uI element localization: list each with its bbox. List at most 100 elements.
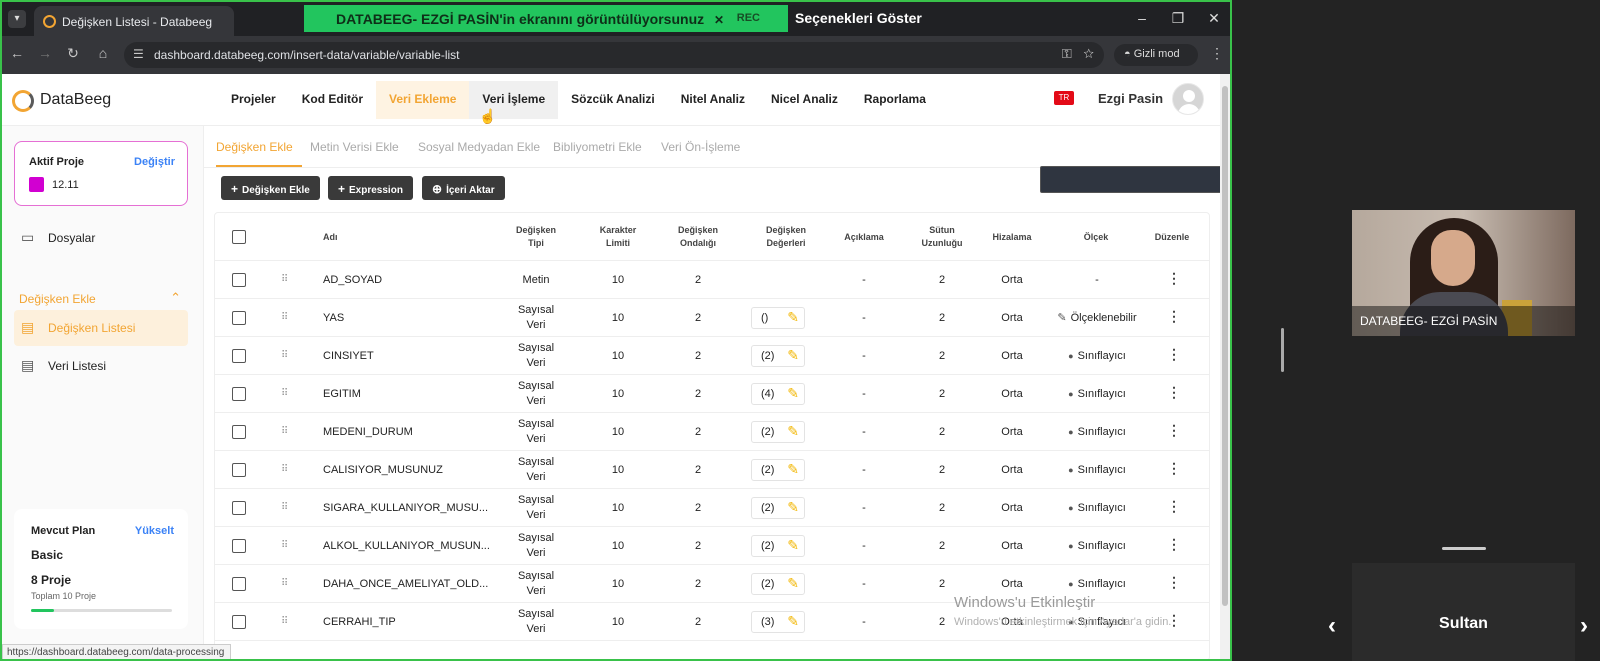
row-checkbox[interactable] (232, 425, 246, 439)
row-checkbox[interactable] (232, 387, 246, 401)
restore-icon[interactable]: ❐ (1168, 10, 1188, 27)
pencil-icon[interactable]: ✎ (787, 385, 799, 402)
tab-metin-verisi-ekle[interactable]: Metin Verisi Ekle (310, 140, 399, 154)
pencil-icon[interactable]: ✎ (787, 309, 799, 326)
presenter-video-tile[interactable]: DATABEEG- EZGİ PASİN (1352, 210, 1575, 336)
brand-logo[interactable]: DataBeeg (12, 88, 111, 112)
row-menu-icon[interactable]: ⋮ (1167, 346, 1181, 363)
tab-search-dropdown-icon[interactable]: ▾ (8, 10, 26, 28)
row-checkbox[interactable] (232, 539, 246, 553)
nav-nitel-analiz[interactable]: Nitel Analiz (668, 81, 758, 119)
participant-tile[interactable]: Sultan (1352, 563, 1575, 661)
drag-handle-icon[interactable]: ⠿ (281, 616, 288, 627)
pencil-icon[interactable]: ✎ (787, 347, 799, 364)
site-info-icon[interactable]: ☰ (133, 47, 144, 61)
drag-handle-icon[interactable]: ⠿ (281, 540, 288, 551)
drag-handle-icon[interactable]: ⠿ (281, 388, 288, 399)
table-row[interactable]: ⠿ MEDENI_DURUM Sayısal Veri 10 2 (2) ✎ - 2 Orta ● S… (215, 413, 1209, 451)
close-icon[interactable]: ✕ (1204, 10, 1224, 27)
sidebar-item-veri-listesi[interactable]: ▤ Veri Listesi (14, 348, 188, 384)
header-scale[interactable]: Ölçek (1065, 221, 1127, 253)
expression-button[interactable]: + Expression (328, 176, 413, 200)
values-editor[interactable]: (2) ✎ (751, 345, 805, 367)
header-name[interactable]: Adı (323, 221, 363, 253)
nav-veri-ekleme[interactable]: Veri Ekleme (376, 81, 470, 119)
user-name[interactable]: Ezgi Pasin (1098, 91, 1163, 106)
import-button[interactable]: ⊕ İçeri Aktar (422, 176, 505, 200)
tab-veri-on-isleme[interactable]: Veri Ön-İşleme (661, 140, 740, 154)
header-char-limit[interactable]: Karakter Limiti (591, 221, 645, 253)
nav-raporlama[interactable]: Raporlama (851, 81, 939, 119)
row-menu-icon[interactable]: ⋮ (1167, 536, 1181, 553)
reload-icon[interactable]: ↻ (64, 45, 82, 62)
sidebar-section-degisken-ekle[interactable]: Değişken Ekle ⌃ (19, 290, 187, 306)
header-type[interactable]: Değişken Tipi (509, 221, 563, 253)
select-all-checkbox[interactable] (232, 230, 246, 244)
row-menu-icon[interactable]: ⋮ (1167, 270, 1181, 287)
table-row[interactable]: ⠿ YAS Sayısal Veri 10 2() ✎ -2 Orta ✎ Ölçeklenebi… (215, 299, 1209, 337)
values-editor[interactable]: (2) ✎ (751, 459, 805, 481)
panel-resize-handle[interactable] (1281, 328, 1284, 372)
row-menu-icon[interactable]: ⋮ (1167, 460, 1181, 477)
pencil-icon[interactable]: ✎ (787, 423, 799, 440)
page-scrollbar[interactable] (1220, 74, 1230, 659)
header-values[interactable]: Değişken Değerleri (755, 221, 817, 253)
avatar[interactable] (1172, 83, 1204, 115)
nav-kod-editor[interactable]: Kod Editör (289, 81, 376, 119)
row-checkbox[interactable] (232, 349, 246, 363)
drag-handle-icon[interactable]: ⠿ (281, 312, 288, 323)
pencil-icon[interactable]: ✎ (787, 461, 799, 478)
row-menu-icon[interactable]: ⋮ (1167, 384, 1181, 401)
sidebar-item-degisken-listesi[interactable]: ▤ Değişken Listesi (14, 310, 188, 346)
pencil-icon[interactable]: ✎ (787, 499, 799, 516)
nav-nicel-analiz[interactable]: Nicel Analiz (758, 81, 851, 119)
pencil-icon[interactable]: ✎ (787, 575, 799, 592)
drag-handle-icon[interactable]: ⠿ (281, 426, 288, 437)
header-align[interactable]: Hizalama (985, 221, 1039, 253)
table-row[interactable]: ⠿ CALISIYOR_MUSUNUZ Sayısal Veri 10 2 (2) ✎ - 2 O… (215, 451, 1209, 489)
drag-handle-icon[interactable]: ⠿ (281, 578, 288, 589)
drag-handle-icon[interactable]: ⠿ (281, 350, 288, 361)
upgrade-link[interactable]: Yükselt (135, 525, 174, 537)
row-checkbox[interactable] (232, 501, 246, 515)
key-icon[interactable]: ⚿ (1062, 46, 1072, 61)
scrollbar-thumb[interactable] (1222, 86, 1228, 606)
previous-arrow-icon[interactable]: ‹ (1328, 612, 1336, 640)
forward-icon[interactable]: → (36, 45, 54, 61)
drag-handle-icon[interactable]: ⠿ (281, 274, 288, 285)
values-editor[interactable]: (2) ✎ (751, 573, 805, 595)
nav-projeler[interactable]: Projeler (218, 81, 289, 119)
show-options-button[interactable]: Seçenekleri Göster (795, 10, 922, 26)
row-menu-icon[interactable]: ⋮ (1167, 574, 1181, 591)
address-bar[interactable]: ☰ dashboard.databeeg.com/insert-data/var… (124, 42, 1104, 68)
browser-menu-icon[interactable]: ⋮ (1210, 45, 1224, 62)
change-project-link[interactable]: Değiştir (134, 156, 175, 168)
row-checkbox[interactable] (232, 615, 246, 629)
tab-bibliyometri-ekle[interactable]: Bibliyometri Ekle (553, 140, 642, 154)
table-row[interactable]: ⠿ AD_SOYAD Metin 10 2 - 2 Orta - ⋮ (215, 261, 1209, 299)
table-row[interactable]: ⠿ ALKOL_KULLANIYOR_MUSUN... Sayısal Veri 10… (215, 527, 1209, 565)
header-col-width[interactable]: Sütun Uzunluğu (915, 221, 969, 253)
add-variable-button[interactable]: + Değişken Ekle (221, 176, 320, 200)
row-menu-icon[interactable]: ⋮ (1167, 308, 1181, 325)
incognito-badge[interactable]: ◓ Gizli mod (1114, 44, 1198, 66)
row-menu-icon[interactable]: ⋮ (1167, 498, 1181, 515)
pencil-icon[interactable]: ✎ (787, 613, 799, 630)
drag-handle[interactable] (1442, 547, 1486, 550)
values-editor[interactable]: (2) ✎ (751, 497, 805, 519)
values-editor[interactable]: (4) ✎ (751, 383, 805, 405)
nav-sozcuk-analizi[interactable]: Sözcük Analizi (558, 81, 668, 119)
header-description[interactable]: Açıklama (837, 221, 891, 253)
next-arrow-icon[interactable]: › (1580, 612, 1588, 640)
home-icon[interactable]: ⌂ (94, 45, 112, 61)
star-icon[interactable]: ☆ (1083, 46, 1094, 61)
values-editor[interactable]: (2) ✎ (751, 421, 805, 443)
table-row[interactable]: ⠿ SIGARA_KULLANIYOR_MUSU... Sayısal Veri 10… (215, 489, 1209, 527)
turkey-flag-icon[interactable]: TR (1054, 91, 1074, 105)
table-row[interactable]: ⠿ EGITIM Sayısal Veri 10 2 (4) ✎ - 2 Orta ● Sınıfla… (215, 375, 1209, 413)
drag-handle-icon[interactable]: ⠿ (281, 502, 288, 513)
values-editor[interactable]: (3) ✎ (751, 611, 805, 633)
back-icon[interactable]: ← (8, 45, 26, 61)
tab-sosyal-medyadan-ekle[interactable]: Sosyal Medyadan Ekle (418, 140, 540, 154)
values-editor[interactable]: (2) ✎ (751, 535, 805, 557)
